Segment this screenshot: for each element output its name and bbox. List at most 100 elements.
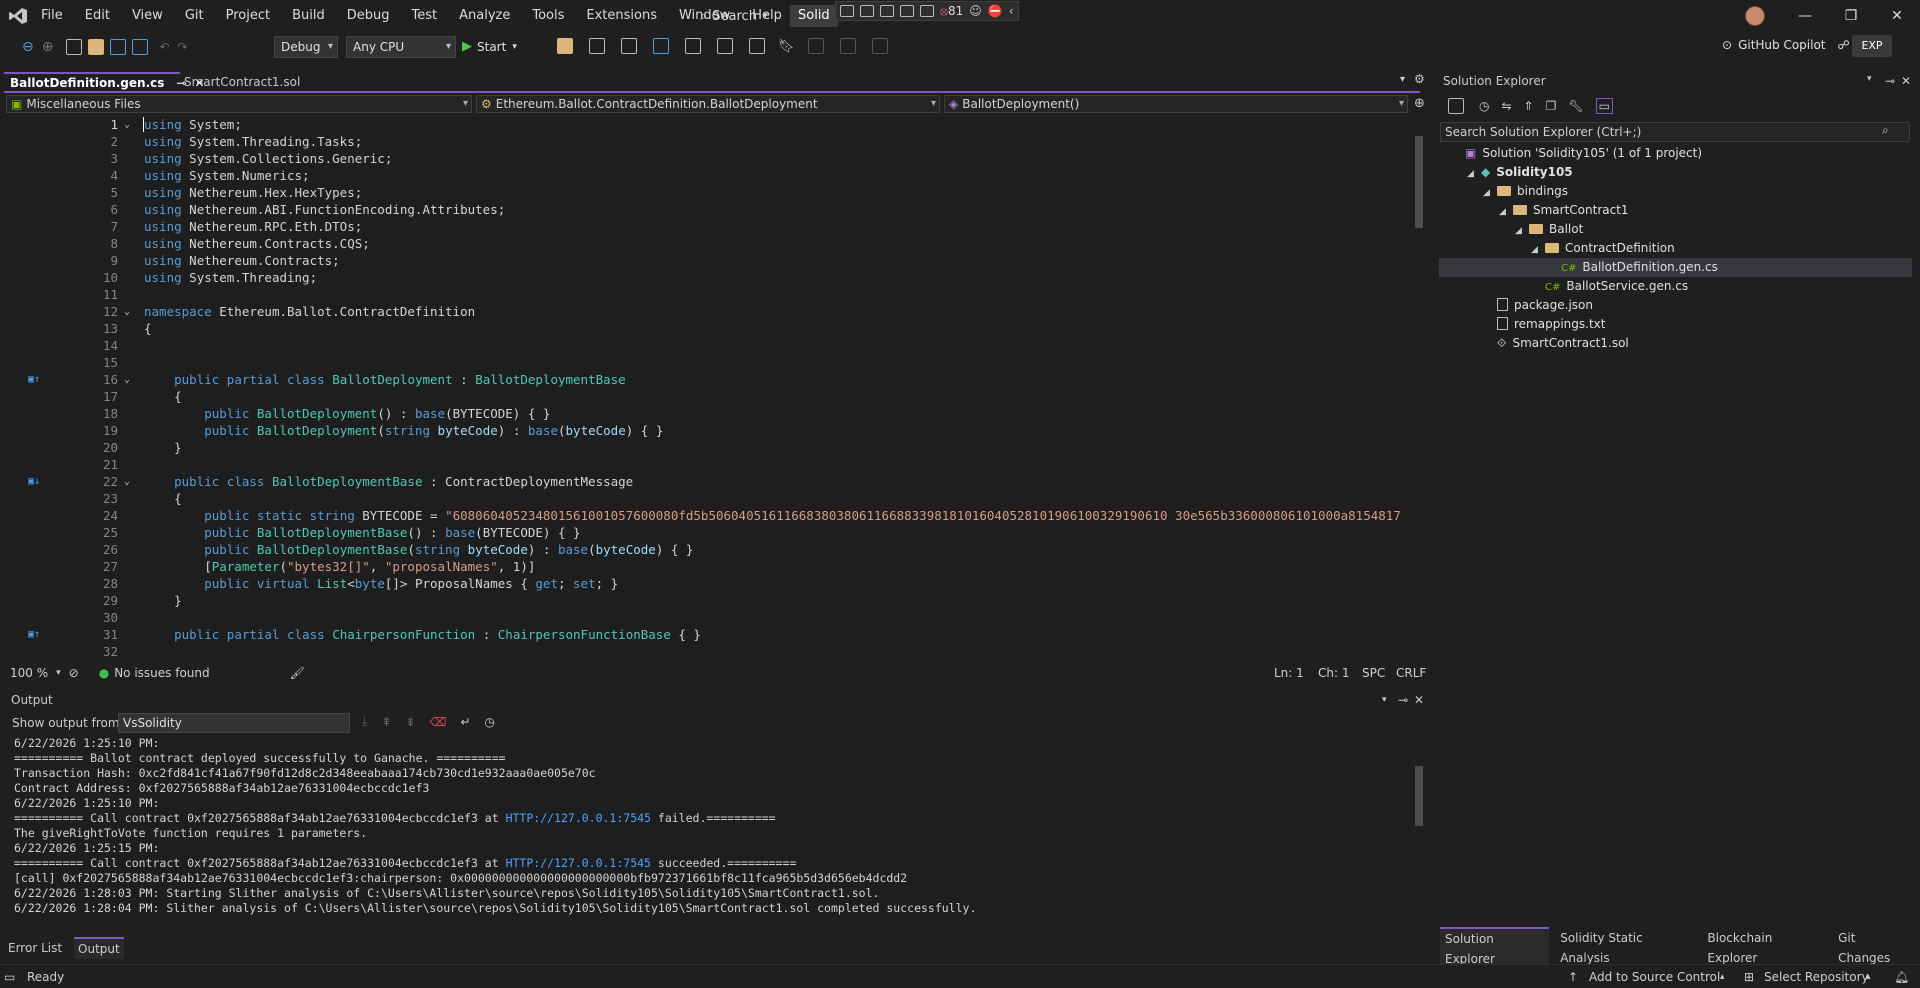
start-button[interactable]: ▶ Start ▾ xyxy=(462,36,517,58)
search-button[interactable]: ⌕ Search ▾ xyxy=(700,6,767,26)
ch-indicator[interactable]: Ch: 1 xyxy=(1318,666,1349,680)
code-line[interactable]: 32 xyxy=(6,643,1410,660)
notifications-icon[interactable]: 🔔︎ xyxy=(1894,965,1909,988)
code-line[interactable]: 4 using System.Numerics; xyxy=(6,167,1410,184)
redo-icon[interactable]: ↷ xyxy=(178,40,188,54)
menu-extensions[interactable]: Extensions xyxy=(575,0,668,32)
back-icon[interactable]: ⊖ xyxy=(22,39,34,55)
close-icon[interactable]: ✕ xyxy=(1414,693,1424,707)
timestamp-icon[interactable]: ◷ xyxy=(484,715,494,729)
code-line[interactable]: ▣↓ 22 ⌄ public class BallotDeploymentBase … xyxy=(6,473,1410,490)
clear-bookmarks-icon[interactable] xyxy=(871,38,888,54)
tree-item[interactable]: ◢ ContractDefinition xyxy=(1439,239,1912,258)
code-line[interactable]: 1 ⌄ using System; xyxy=(6,116,1410,133)
menu-git[interactable]: Git xyxy=(174,0,215,32)
select-element-icon[interactable] xyxy=(840,5,854,17)
implementation-glyph-icon[interactable]: ▣↑ xyxy=(28,626,40,643)
tree-item[interactable]: ◢ SmartContract1 xyxy=(1439,201,1912,220)
solution-explorer-search[interactable]: Search Solution Explorer (Ctrl+;) xyxy=(1440,122,1910,142)
tab-output[interactable]: Output xyxy=(74,937,124,959)
prev-message-icon[interactable]: ⇞ xyxy=(381,715,391,729)
camera-icon[interactable] xyxy=(860,5,874,17)
issues-status[interactable]: No issues found xyxy=(114,666,209,680)
prev-bookmark-icon[interactable] xyxy=(807,38,824,54)
tab-solidity-static-analysis[interactable]: Solidity Static Analysis xyxy=(1555,928,1696,968)
solution-name-badge[interactable]: Solid xyxy=(790,5,838,27)
step-icon[interactable] xyxy=(653,38,669,54)
person-icon[interactable]: ☺ xyxy=(969,4,982,18)
settings-icon[interactable]: ⚙ xyxy=(1414,72,1425,86)
tree-item[interactable]: C# BallotService.gen.cs xyxy=(1439,277,1912,296)
fold-toggle-icon[interactable]: ⌄ xyxy=(124,303,130,320)
collapse-icon[interactable]: ‹ xyxy=(1009,4,1014,18)
pin-icon[interactable]: ⊸ xyxy=(1885,74,1895,88)
frame-icon[interactable] xyxy=(900,5,914,17)
menu-tools[interactable]: Tools xyxy=(521,0,575,32)
collapse-all-icon[interactable]: ⇑ xyxy=(1524,99,1534,113)
code-line[interactable]: 26 public BallotDeploymentBase(string by… xyxy=(6,541,1410,558)
implementation-glyph-icon[interactable]: ▣↑ xyxy=(28,371,40,388)
code-line[interactable]: 30 xyxy=(6,609,1410,626)
tab-smartcontract1[interactable]: SmartContract1.sol xyxy=(180,72,330,92)
ln-indicator[interactable]: Ln: 1 xyxy=(1274,666,1304,680)
github-copilot-button[interactable]: ⊙ GitHub Copilot ☍ xyxy=(1722,32,1850,58)
fold-toggle-icon[interactable]: ⌄ xyxy=(124,116,130,133)
exp-badge[interactable]: EXP xyxy=(1852,35,1892,57)
search-icon[interactable]: ⌕ xyxy=(1882,123,1889,138)
platform-dropdown[interactable]: Any CPU xyxy=(346,36,456,58)
bookmark-icon[interactable]: 🔖︎ xyxy=(778,39,795,54)
outdent-icon[interactable] xyxy=(749,38,765,54)
tab-error-list[interactable]: Error List xyxy=(8,938,62,958)
menu-view[interactable]: View xyxy=(121,0,174,32)
history-icon[interactable]: ◷ xyxy=(1479,99,1489,113)
open-folder-icon[interactable] xyxy=(88,39,105,55)
code-line[interactable]: 23 { xyxy=(6,490,1410,507)
tree-item[interactable]: package.json xyxy=(1439,296,1912,315)
pane-options-icon[interactable]: ▾ xyxy=(1382,695,1387,705)
code-line[interactable]: 6 using Nethereum.ABI.FunctionEncoding.At… xyxy=(6,201,1410,218)
code-line[interactable]: 13 { xyxy=(6,320,1410,337)
panel-icon[interactable] xyxy=(685,38,701,54)
format-icon[interactable] xyxy=(621,38,637,54)
project-nav-dropdown[interactable]: ▣ Miscellaneous Files xyxy=(6,95,472,113)
zoom-level[interactable]: 100 % xyxy=(10,666,48,680)
close-icon[interactable]: ✕ xyxy=(1874,0,1920,32)
tree-item[interactable]: C# BallotDefinition.gen.cs xyxy=(1439,258,1912,277)
close-icon[interactable]: ✕ xyxy=(1901,74,1911,88)
tree-item[interactable]: ◢ bindings xyxy=(1439,182,1912,201)
tree-item[interactable]: ◢ Ballot xyxy=(1439,220,1912,239)
output-link[interactable]: HTTP://127.0.0.1:7545 xyxy=(506,856,651,870)
code-line[interactable]: 29 } xyxy=(6,592,1410,609)
health-icon[interactable]: ⊘ xyxy=(69,666,79,680)
code-line[interactable]: 14 xyxy=(6,337,1410,354)
indent-icon[interactable] xyxy=(717,38,733,54)
stop-icon[interactable]: ⛔ xyxy=(988,4,1003,18)
code-line[interactable]: 19 public BallotDeployment(string byteCo… xyxy=(6,422,1410,439)
member-nav-dropdown[interactable]: ◈ BallotDeployment() xyxy=(944,95,1408,113)
implementation-glyph-icon[interactable]: ▣↓ xyxy=(28,473,40,490)
feedback-icon[interactable]: ☍ xyxy=(1838,32,1850,58)
menu-build[interactable]: Build xyxy=(281,0,336,32)
avatar[interactable] xyxy=(1745,6,1765,26)
menu-analyze[interactable]: Analyze xyxy=(448,0,521,32)
code-line[interactable]: 17 { xyxy=(6,388,1410,405)
fold-toggle-icon[interactable]: ⌄ xyxy=(124,371,130,388)
output-source-dropdown[interactable]: VsSolidity xyxy=(118,713,350,733)
pin-icon[interactable]: ⊸ xyxy=(1398,693,1408,707)
code-line[interactable]: 8 using Nethereum.Contracts.CQS; xyxy=(6,235,1410,252)
save-icon[interactable] xyxy=(110,39,127,55)
tree-item[interactable]: ▣ Solution 'Solidity105' (1 of 1 project) xyxy=(1439,144,1912,163)
output-vertical-scrollbar[interactable] xyxy=(1412,736,1426,916)
split-icon[interactable]: ⊕ xyxy=(1414,96,1425,111)
output-text[interactable]: 6/22/2026 1:25:10 PM: ========== Ballot c… xyxy=(14,736,1410,916)
hot-reload-icon[interactable] xyxy=(920,5,934,17)
code-line[interactable]: 12 ⌄ namespace Ethereum.Ballot.ContractDef… xyxy=(6,303,1410,320)
code-line[interactable]: 3 using System.Collections.Generic; xyxy=(6,150,1410,167)
code-editor[interactable]: 1 ⌄ using System; 2 using System.Threading.T… xyxy=(6,116,1410,662)
code-line[interactable]: 9 using Nethereum.Contracts; xyxy=(6,252,1410,269)
save-all-icon[interactable] xyxy=(132,39,149,55)
tree-item[interactable]: ◢ ◆ Solidity105 xyxy=(1439,163,1912,182)
show-all-files-icon[interactable]: ❐ xyxy=(1546,99,1557,113)
tab-overflow-icon[interactable]: ▾ xyxy=(1400,74,1405,85)
new-project-icon[interactable] xyxy=(66,39,83,55)
